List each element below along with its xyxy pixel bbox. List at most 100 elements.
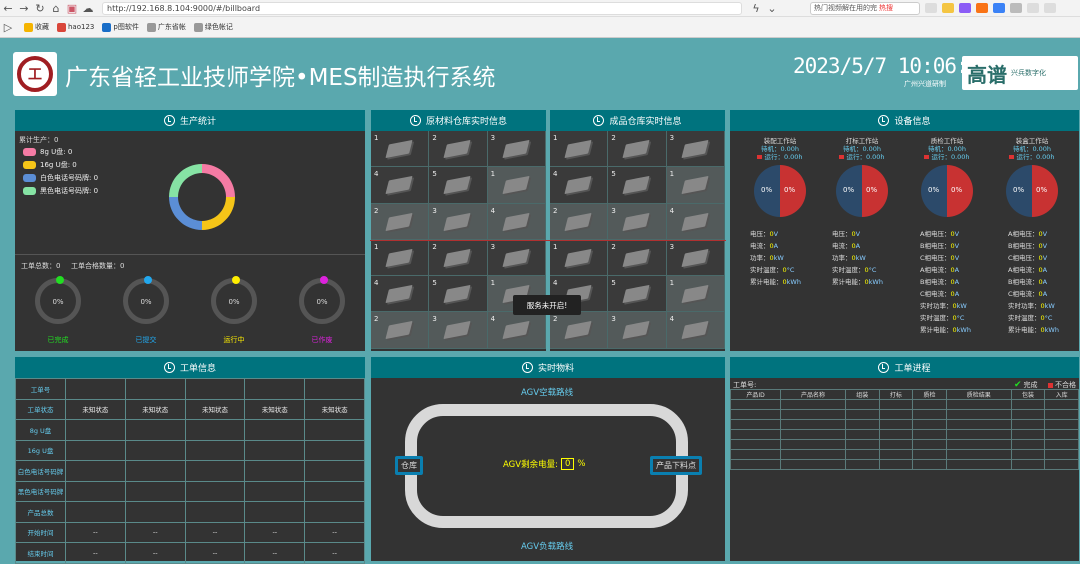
history-icon <box>593 115 605 126</box>
storage-cell[interactable]: 2 <box>429 239 488 277</box>
bookmark-ptu[interactable]: p图软件 <box>102 22 139 32</box>
storage-cell[interactable]: 1 <box>487 167 546 204</box>
storage-cell[interactable]: 1 <box>371 131 430 168</box>
row-header: 结束时间 <box>15 542 66 564</box>
download-icon[interactable] <box>1027 3 1039 13</box>
bookmark-favorites[interactable]: 收藏 <box>24 22 49 32</box>
storage-cell[interactable]: 3 <box>666 239 725 277</box>
forward-icon[interactable]: → <box>16 2 32 15</box>
cell-number: 3 <box>490 134 496 142</box>
scissors-icon[interactable] <box>925 3 937 13</box>
progress-cell <box>1044 429 1079 440</box>
storage-cell[interactable]: 4 <box>487 312 546 349</box>
translate-icon[interactable] <box>942 3 954 13</box>
storage-cell[interactable]: 3 <box>666 131 725 168</box>
browser-search-input[interactable]: 热门视频解在用的完 热搜 <box>810 1 920 15</box>
reload-icon[interactable]: ↻ <box>32 2 48 15</box>
storage-cell[interactable]: 4 <box>371 276 430 313</box>
workorder-cell: 未知状态 <box>304 398 365 420</box>
lightning-icon[interactable]: ϟ <box>748 2 764 15</box>
storage-cell[interactable]: 4 <box>371 167 430 204</box>
storage-cell[interactable]: 3 <box>487 131 546 168</box>
storage-cell[interactable]: 5 <box>608 167 667 204</box>
storage-cell[interactable]: 1 <box>666 276 725 313</box>
address-bar[interactable]: http://192.168.8.104:9000/#/billboard <box>102 1 742 15</box>
metric-row: A相电压：0V <box>1008 230 1048 238</box>
cell-number: 4 <box>669 315 675 324</box>
progress-cell <box>878 399 914 410</box>
progress-cell <box>912 449 947 460</box>
undo-icon[interactable] <box>1044 3 1056 13</box>
storage-cell[interactable]: 3 <box>608 203 667 240</box>
storage-cell[interactable]: 3 <box>487 239 546 277</box>
unload-point-node[interactable]: 产品下料点 <box>650 456 702 475</box>
bookmark-guangdong[interactable]: 广东省帐 <box>146 22 186 32</box>
box-icon <box>622 176 650 195</box>
storage-cell[interactable]: 1 <box>371 239 430 277</box>
progress-header: 工单进程 <box>730 357 1079 378</box>
finished-warehouse-panel: 成品仓库实时信息 1 2 3 4 5 1 2 3 4 1 2 3 4 5 1 2 3 4 <box>549 109 726 352</box>
cell-number: 3 <box>669 242 675 251</box>
workorder-cell: -- <box>244 521 306 543</box>
box-icon <box>622 285 650 304</box>
storage-cell[interactable]: 4 <box>666 312 725 349</box>
box-icon <box>443 321 471 340</box>
extension-icon[interactable] <box>959 3 971 13</box>
storage-cell[interactable]: 2 <box>371 312 430 349</box>
progress-cell <box>844 429 880 440</box>
station-pie: 0% 0% <box>921 165 973 217</box>
cloud-icon[interactable]: ☁ <box>80 2 96 15</box>
storage-cell[interactable]: 5 <box>608 276 667 313</box>
storage-cell[interactable]: 4 <box>666 203 725 240</box>
warehouse-node[interactable]: 仓库 <box>395 456 423 475</box>
history-icon <box>163 115 175 126</box>
metric-row: A相电流：0A <box>920 266 960 274</box>
pin-icon[interactable] <box>993 3 1005 13</box>
storage-cell[interactable]: 2 <box>608 131 667 168</box>
workorder-cell: -- <box>124 542 186 564</box>
workorder-cell: -- <box>304 542 365 564</box>
storage-cell[interactable]: 2 <box>608 239 667 277</box>
storage-cell[interactable]: 1 <box>550 239 609 277</box>
storage-cell[interactable]: 2 <box>429 131 488 168</box>
hot-badge: 热搜 <box>879 3 893 12</box>
storage-cell[interactable]: 3 <box>429 203 488 240</box>
legend-swatch <box>23 148 36 156</box>
workorder-row: 8g U盘 <box>15 419 365 441</box>
back-icon[interactable]: ← <box>0 2 16 15</box>
workorder-cell: -- <box>304 521 365 543</box>
box-icon <box>443 212 471 231</box>
chevron-down-icon[interactable]: ⌄ <box>764 2 780 15</box>
box-icon <box>681 176 709 195</box>
bookmark-green[interactable]: 绿色帐记 <box>193 22 233 32</box>
grid-icon[interactable] <box>1010 3 1022 13</box>
cell-number: 3 <box>432 206 437 215</box>
workorder-cell <box>184 378 246 400</box>
storage-cell[interactable]: 2 <box>371 203 430 240</box>
storage-cell[interactable]: 2 <box>550 312 609 349</box>
home-icon[interactable]: ⌂ <box>48 2 64 15</box>
sidebar-toggle-icon[interactable]: ▷ <box>0 21 16 34</box>
shop-icon[interactable]: ▣ <box>64 2 80 15</box>
storage-cell[interactable]: 2 <box>550 203 609 240</box>
station-pie: 0% 0% <box>754 165 806 217</box>
bookmark-hao123[interactable]: hao123 <box>57 22 94 32</box>
battery-value-box: 0 <box>560 458 575 470</box>
gauge-completed: 0% <box>35 278 81 324</box>
storage-cell[interactable]: 5 <box>429 167 488 204</box>
storage-cell[interactable]: 1 <box>550 131 609 168</box>
cell-number: 5 <box>611 279 616 288</box>
row-header: 白色电话号码牌 <box>15 460 66 482</box>
storage-cell[interactable]: 4 <box>550 167 609 204</box>
cell-number: 2 <box>553 315 558 324</box>
storage-cell[interactable]: 1 <box>666 167 725 204</box>
cell-number: 4 <box>374 279 379 288</box>
storage-cell[interactable]: 4 <box>487 203 546 240</box>
storage-cell[interactable]: 5 <box>429 276 488 313</box>
storage-cell[interactable]: 3 <box>608 312 667 349</box>
metric-row: 实时功率：0kW <box>920 302 967 310</box>
column-header: 产品名称 <box>780 389 846 400</box>
progress-cell <box>945 419 1012 430</box>
game-icon[interactable] <box>976 3 988 13</box>
storage-cell[interactable]: 3 <box>429 312 488 349</box>
